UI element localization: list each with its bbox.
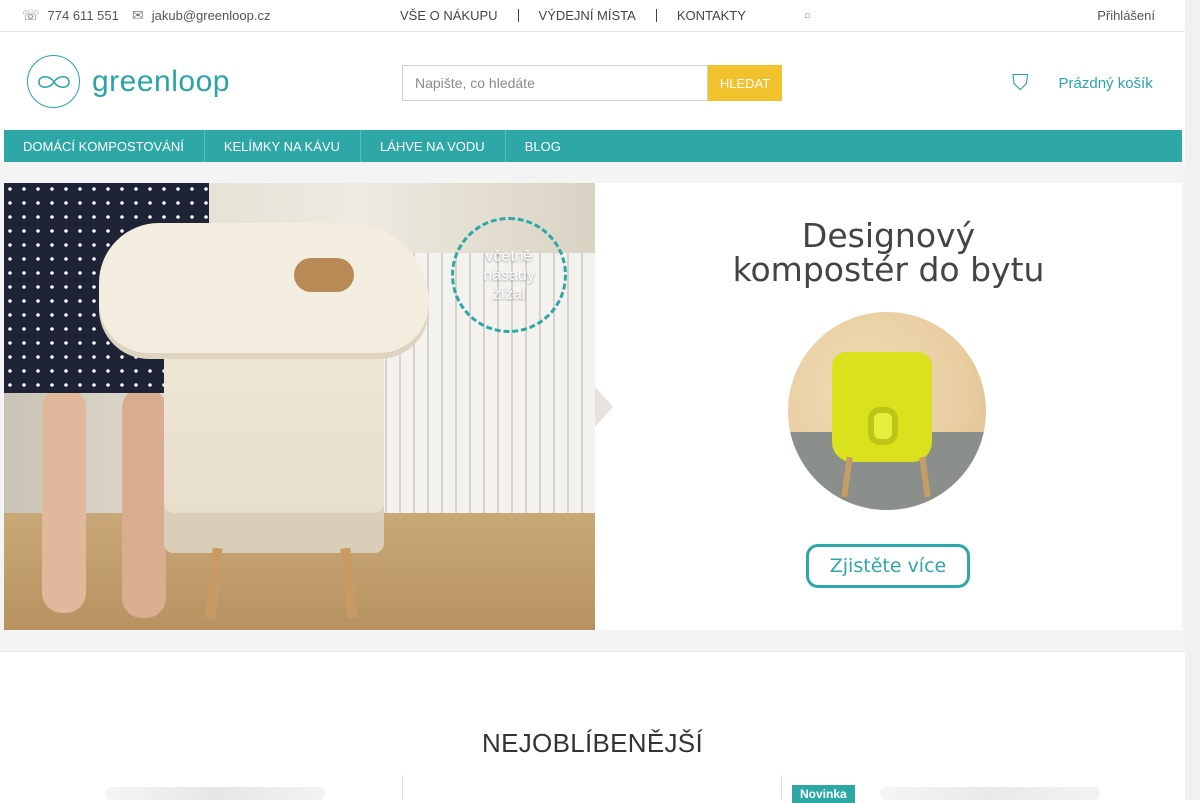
section-title: NEJOBLÍBENĚJŠÍ xyxy=(482,728,703,758)
photo-leg xyxy=(122,388,166,618)
scrollbar[interactable] xyxy=(1185,0,1200,800)
product-divider xyxy=(402,775,403,800)
promo-title-line: kompostér do bytu xyxy=(732,250,1045,289)
learn-more-button[interactable]: Zjistěte více xyxy=(806,544,970,588)
infinity-logo-icon xyxy=(27,55,80,108)
phone-icon: ☏ xyxy=(22,7,40,24)
cart-icon: ⛉ xyxy=(1012,70,1029,96)
top-bar: ☏ 774 611 551 ✉ jakub@greenloop.cz VŠE O… xyxy=(0,0,1185,32)
promo-title-line: Designový xyxy=(801,216,976,255)
phone-number: 774 611 551 xyxy=(47,8,119,23)
hero-banner[interactable]: včetně násady žížal Designový kompostér … xyxy=(4,183,1182,630)
promo-title: Designový kompostér do bytu xyxy=(595,219,1182,287)
cart-label: Prázdný košík xyxy=(1058,74,1153,92)
product-thumbnail[interactable] xyxy=(880,787,1100,800)
site-logo[interactable]: greenloop xyxy=(27,55,230,108)
badge-line: žížal xyxy=(492,285,526,303)
nav-item-lahve-na-vodu[interactable]: LÁHVE NA VODU xyxy=(361,130,506,162)
search-button[interactable]: HLEDAT xyxy=(708,65,782,101)
topnav-link-vse-o-nakupu[interactable]: VŠE O NÁKUPU xyxy=(400,8,498,23)
email-contact[interactable]: ✉ jakub@greenloop.cz xyxy=(132,0,270,31)
category-nav: DOMÁCÍ KOMPOSTOVÁNÍ KELÍMKY NA KÁVU LÁHV… xyxy=(4,130,1182,162)
cart-widget[interactable]: ⛉ Prázdný košík xyxy=(1012,68,1153,98)
photo-composter-body xyxy=(164,343,384,553)
banner-photo: včetně násady žížal xyxy=(4,183,595,630)
search-input[interactable] xyxy=(402,65,708,101)
product-divider xyxy=(781,775,782,800)
topnav-divider xyxy=(517,9,519,22)
hero-banner-area: včetně násady žížal Designový kompostér … xyxy=(0,162,1185,652)
topnav-link-vydejni-mista[interactable]: VÝDEJNÍ MÍSTA xyxy=(539,8,636,23)
promo-product-image xyxy=(788,312,986,510)
infinity-glyph xyxy=(37,75,70,88)
photo-leg xyxy=(42,388,86,613)
nav-item-kelimky-na-kavu[interactable]: KELÍMKY NA KÁVU xyxy=(205,130,361,162)
banner-promo-panel: Designový kompostér do bytu Zjistěte víc… xyxy=(595,183,1182,630)
topnav-link-kontakty[interactable]: KONTAKTY xyxy=(677,8,746,23)
photo-composter-handle xyxy=(294,258,354,292)
badge-line: včetně xyxy=(485,247,533,265)
logo-wordmark: greenloop xyxy=(92,64,230,98)
email-address: jakub@greenloop.cz xyxy=(151,8,271,23)
banner-pointer-arrow xyxy=(595,387,613,427)
promo-composter-handle xyxy=(868,407,898,445)
login-link[interactable]: Přihlášení xyxy=(1097,0,1155,31)
product-thumbnail[interactable] xyxy=(105,787,325,800)
envelope-icon: ✉ xyxy=(132,7,144,24)
search-form: HLEDAT xyxy=(402,65,782,101)
badge-line: násady xyxy=(483,266,535,284)
phone-contact[interactable]: ☏ 774 611 551 xyxy=(22,0,119,31)
language-flag-icon[interactable]: ▫ xyxy=(804,11,810,21)
nav-item-blog[interactable]: BLOG xyxy=(506,130,581,162)
nav-item-domaci-kompostovani[interactable]: DOMÁCÍ KOMPOSTOVÁNÍ xyxy=(4,130,205,162)
photo-composter-lid xyxy=(99,223,429,353)
top-nav: VŠE O NÁKUPU VÝDEJNÍ MÍSTA KONTAKTY xyxy=(400,0,746,31)
worm-badge: včetně násady žížal xyxy=(451,217,567,333)
topnav-divider xyxy=(655,9,657,22)
new-badge: Novinka xyxy=(792,785,855,803)
